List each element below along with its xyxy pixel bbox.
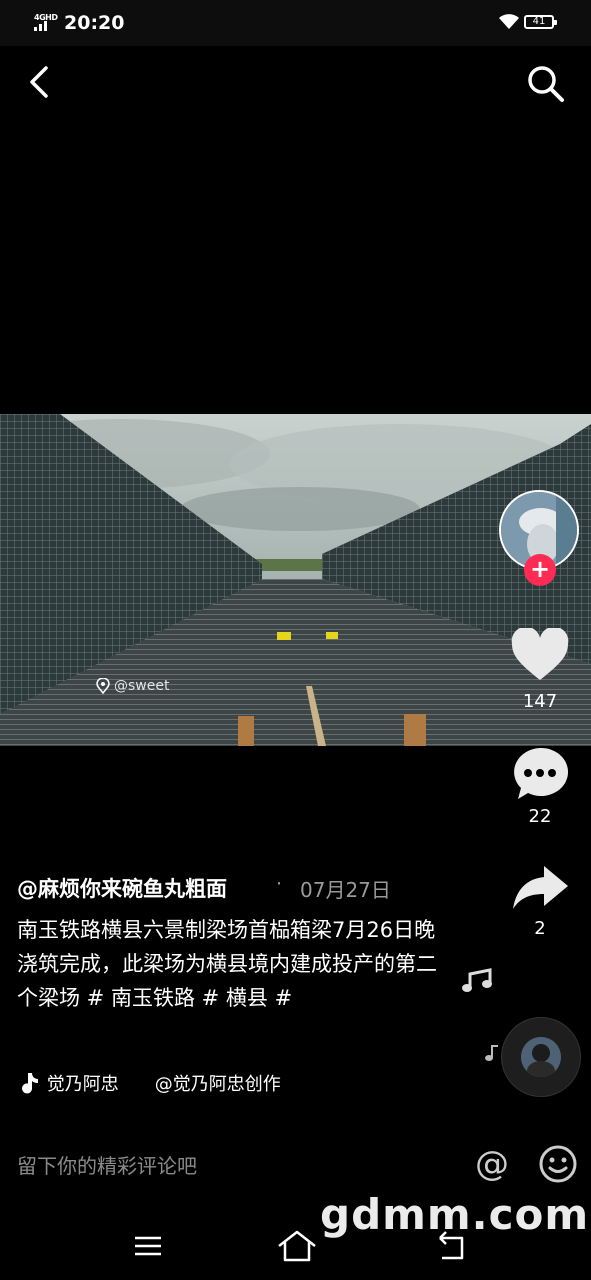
- music-info[interactable]: 觉乃阿忠 @觉乃阿忠创作: [17, 1070, 317, 1098]
- separator-dot: ·: [276, 873, 283, 895]
- video-frame-image: [0, 414, 591, 746]
- location-tag-text: @sweet: [114, 678, 170, 694]
- mention-button[interactable]: @: [472, 1144, 512, 1184]
- author-name[interactable]: @麻烦你来碗鱼丸粗面: [17, 873, 227, 903]
- wifi-icon: [499, 14, 519, 29]
- music-cover-image: [521, 1037, 561, 1077]
- floating-note-small-icon: [485, 1045, 498, 1061]
- location-tag: @sweet: [96, 678, 169, 694]
- home-icon[interactable]: [276, 1228, 318, 1264]
- share-button[interactable]: [508, 862, 572, 914]
- share-count: 2: [534, 918, 546, 939]
- comment-bubble-icon: [514, 747, 569, 799]
- comment-count: 22: [528, 806, 552, 827]
- post-date: 07月27日: [300, 878, 391, 902]
- like-count: 147: [522, 691, 558, 712]
- comment-input[interactable]: 留下你的精彩评论吧: [17, 1150, 197, 1179]
- music-note-icon: [22, 1073, 38, 1094]
- floating-note-icon: [462, 968, 492, 992]
- comment-button[interactable]: [508, 746, 572, 802]
- music-disc[interactable]: [501, 1017, 581, 1097]
- emoji-icon[interactable]: [538, 1144, 578, 1184]
- heart-icon: [511, 626, 569, 680]
- like-button[interactable]: [508, 626, 572, 684]
- status-bar: 4GHD 20:20 41: [0, 0, 591, 46]
- video-player[interactable]: [0, 414, 591, 746]
- location-pin-icon: [96, 678, 110, 694]
- search-icon[interactable]: [524, 62, 566, 104]
- share-arrow-icon: [513, 866, 568, 909]
- post-description[interactable]: 南玉铁路横县六景制梁场首榀箱梁7月26日晚浇筑完成，此梁场为横县境内建成投产的第…: [17, 913, 437, 1015]
- cellular-signal-icon: 4GHD: [34, 13, 58, 33]
- follow-button[interactable]: +: [524, 554, 556, 586]
- status-time: 20:20: [64, 12, 125, 34]
- menu-icon[interactable]: [132, 1230, 164, 1262]
- music-text: 觉乃阿忠 @觉乃阿忠创作: [46, 1074, 281, 1095]
- watermark: gdmm.com: [320, 1190, 590, 1239]
- battery-icon: 41: [524, 15, 557, 29]
- back-button[interactable]: [22, 62, 58, 102]
